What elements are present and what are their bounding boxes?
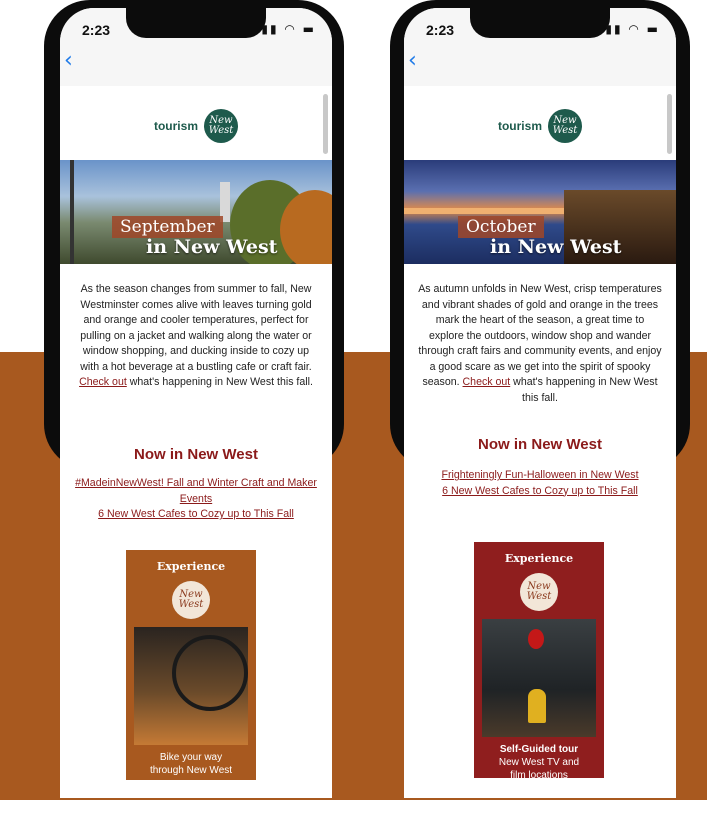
raincoat-figure (528, 689, 546, 723)
article-link-craft-events[interactable]: #MadeinNewWest! Fall and Winter Craft an… (74, 476, 318, 507)
phone-screen-left: 2:23 ▮▮ ◠ ▬ ‹ tourism New West September… (60, 8, 332, 798)
city-lights (404, 208, 564, 214)
bike-wheel (172, 635, 248, 711)
status-time: 2:23 (426, 22, 455, 38)
hero-subtitle: in New West (146, 236, 278, 258)
logo-text: tourism (153, 119, 198, 133)
status-bar: 2:23 ▮▮ ◠ ▬ ‹ (60, 8, 332, 86)
intro-paragraph: As autumn unfolds in New West, crisp tem… (418, 283, 662, 388)
caption-line: Bike your way (159, 752, 223, 763)
status-time: 2:23 (82, 22, 111, 38)
check-out-link[interactable]: Check out (463, 376, 511, 388)
background-bottom (0, 800, 707, 826)
experience-card[interactable]: Experience New West Bike your way throug… (126, 550, 256, 780)
red-balloon (528, 629, 544, 649)
card-caption: Bike your way through New West (126, 745, 256, 785)
card-title: Experience (156, 560, 226, 573)
card-title: Experience (504, 552, 574, 565)
experience-card[interactable]: Experience New West Self-Guided tour New… (474, 542, 604, 781)
article-links: Frighteningly Fun-Halloween in New West … (418, 468, 662, 499)
article-link-cafes[interactable]: 6 New West Cafes to Cozy up to This Fall (74, 507, 318, 523)
phone-screen-right: 2:23 ▮▮ ◠ ▬ ‹ tourism New West October i… (404, 8, 676, 798)
article-link-halloween[interactable]: Frighteningly Fun-Halloween in New West (418, 468, 662, 484)
notch (126, 8, 266, 38)
hero-image: September in New West (60, 160, 332, 264)
card-logo: New West (172, 581, 210, 619)
status-bar: 2:23 ▮▮ ◠ ▬ ‹ (404, 8, 676, 86)
signal-wifi-battery-icon: ▮▮ ◠ ▬ (261, 22, 316, 36)
bike-photo (134, 627, 248, 745)
caption-bold: Self-Guided tour (499, 744, 579, 755)
signal-wifi-battery-icon: ▮▮ ◠ ▬ (605, 22, 660, 36)
intro-text: As the season changes from summer to fal… (74, 282, 318, 391)
logo-badge: New West (204, 109, 238, 143)
bridge-tower (70, 160, 74, 264)
card-caption: Self-Guided tour New West TV and film lo… (474, 737, 604, 790)
back-chevron-icon[interactable]: ‹ (408, 48, 417, 73)
intro-text: As autumn unfolds in New West, crisp tem… (418, 282, 662, 406)
caption-line: New West TV and (498, 757, 580, 768)
cta-rest: what's happening in New West this fall. (510, 376, 658, 404)
logo-text: tourism (497, 119, 542, 133)
article-link-cafes[interactable]: 6 New West Cafes to Cozy up to This Fall (418, 484, 662, 500)
tourism-logo: tourism New West (404, 106, 676, 146)
forest-photo (482, 619, 596, 737)
caption-line: film locations (510, 770, 568, 781)
back-chevron-icon[interactable]: ‹ (64, 48, 73, 73)
hero-subtitle: in New West (490, 236, 622, 258)
cta-rest: what's happening in New West this fall. (126, 376, 313, 388)
notch (470, 8, 610, 38)
section-title: Now in New West (134, 446, 258, 463)
caption-line: through New West (149, 765, 233, 776)
intro-paragraph: As the season changes from summer to fal… (80, 283, 312, 373)
tourism-logo: tourism New West (60, 106, 332, 146)
hero-image: October in New West (404, 160, 676, 264)
hero-month: September (112, 216, 223, 238)
article-links: #MadeinNewWest! Fall and Winter Craft an… (74, 476, 318, 523)
logo-badge: New West (548, 109, 582, 143)
check-out-link[interactable]: Check out (79, 376, 127, 388)
card-logo: New West (520, 573, 558, 611)
section-title: Now in New West (478, 436, 602, 453)
hero-month: October (458, 216, 544, 238)
